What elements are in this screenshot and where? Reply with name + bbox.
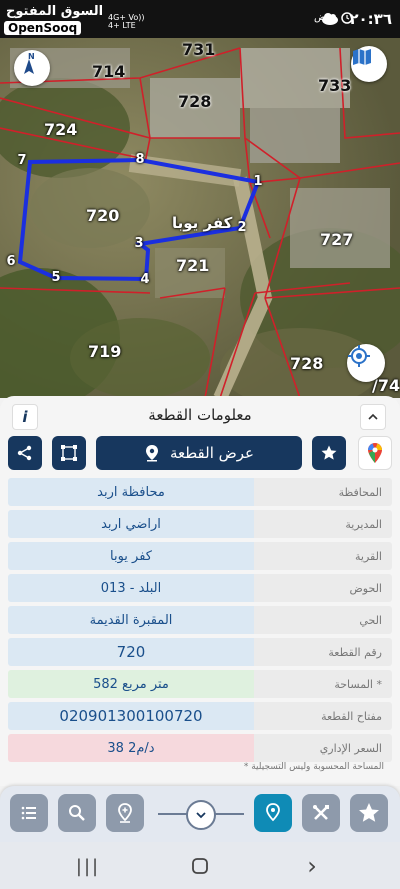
panel-header: i معلومات القطعة (0, 396, 400, 432)
vertex-label: 5 (51, 270, 61, 285)
status-bar: السوق المفتوح OpenSooq 4G+ Vo)) 4+ LTE ن… (0, 0, 400, 38)
plot-details: محافظة اربد المحافظة اراضي اربد المديرية… (8, 478, 392, 766)
basin-value: البلد - 013 (8, 574, 254, 602)
basin-label: الحوض (254, 574, 392, 602)
home-button[interactable] (188, 854, 212, 878)
admin-price-value: 38 د/م2 (8, 734, 254, 762)
collapse-button[interactable] (360, 404, 386, 430)
admin-price-label: السعر الإداري (254, 734, 392, 762)
tools-button[interactable] (302, 794, 340, 832)
plot-key-label: مفتاح القطعة (254, 702, 392, 730)
recents-button[interactable]: ||| (76, 854, 100, 878)
system-nav-bar: ||| › (0, 842, 400, 889)
list-icon (21, 806, 36, 820)
compass-button[interactable]: N (14, 50, 50, 86)
detail-row-area: 582 متر مربع المساحة * (8, 670, 392, 698)
detail-row-directorate: اراضي اربد المديرية (8, 510, 392, 538)
panel-actions: عرض القطعة (0, 436, 400, 472)
vertex-label: 2 (237, 220, 247, 235)
brand-arabic: السوق المفتوح (6, 4, 104, 19)
google-maps-button[interactable] (358, 436, 392, 470)
add-pin-button[interactable] (106, 794, 144, 832)
area-label: المساحة * (254, 670, 392, 698)
favorite-button[interactable] (312, 436, 346, 470)
plot-number-value: 720 (8, 638, 254, 666)
plot-label: 733 (318, 76, 352, 95)
clock-time: ٢٠:٣٦ (349, 10, 392, 28)
village-row-label: القرية (254, 542, 392, 570)
area-footnote: * المساحة المحسوبة وليس التسجيلية (243, 762, 384, 772)
detail-row-plot-key: 020901300100720 مفتاح القطعة (8, 702, 392, 730)
crosshair-icon (348, 345, 370, 367)
plot-label: 728 (178, 92, 212, 111)
brand-logo: OpenSooq (4, 21, 82, 35)
google-maps-icon (368, 443, 382, 463)
location-pin-icon (266, 803, 280, 822)
favorites-button[interactable] (350, 794, 388, 832)
polygon-icon (61, 445, 77, 461)
plot-number-label: رقم القطعة (254, 638, 392, 666)
bottom-toolbar (0, 786, 400, 842)
village-label: كفر يوبا (172, 214, 233, 232)
vertex-label: 1 (253, 174, 263, 189)
map-layers-button[interactable] (351, 46, 387, 82)
app-screen: السوق المفتوح OpenSooq 4G+ Vo)) 4+ LTE ن… (0, 0, 400, 889)
plot-label: 721 (176, 256, 210, 275)
cloud-icon (322, 13, 338, 25)
location-pin-icon (145, 445, 158, 462)
location-button[interactable] (254, 794, 292, 832)
chevron-down-icon (196, 812, 206, 819)
plot-label: 731 (182, 40, 216, 59)
share-button[interactable] (8, 436, 42, 470)
panel-title: معلومات القطعة (148, 406, 252, 424)
area-value: 582 متر مربع (8, 670, 254, 698)
vertex-label: 4 (140, 272, 150, 287)
plot-label: 728 (290, 354, 324, 373)
show-plot-button[interactable]: عرض القطعة (96, 436, 302, 470)
vertex-label: 7 (17, 153, 27, 168)
list-button[interactable] (10, 794, 48, 832)
map-icon (353, 49, 371, 65)
village-value: كفر يوبا (8, 542, 254, 570)
plot-label: 727 (320, 230, 354, 249)
plot-key-value: 020901300100720 (8, 702, 254, 730)
detail-row-basin: البلد - 013 الحوض (8, 574, 392, 602)
search-button[interactable] (58, 794, 96, 832)
home-icon (192, 858, 208, 874)
carrier-info: 4G+ Vo)) 4+ LTE (108, 13, 145, 30)
district-value: المقبرة القديمة (8, 606, 254, 634)
plot-label: 724 (44, 120, 78, 139)
polygon-button[interactable] (52, 436, 86, 470)
pin-plus-icon (118, 803, 132, 823)
detail-row-district: المقبرة القديمة الحي (8, 606, 392, 634)
plot-label: 719 (88, 342, 122, 361)
plot-info-panel: i معلومات القطعة عرض القطعة محافظة اربد … (0, 396, 400, 786)
district-label: الحي (254, 606, 392, 634)
vertex-label: 3 (134, 236, 144, 251)
share-icon (17, 445, 32, 461)
star-icon (321, 445, 337, 460)
detail-row-admin-price: 38 د/م2 السعر الإداري (8, 734, 392, 762)
detail-row-governorate: محافظة اربد المحافظة (8, 478, 392, 506)
search-icon (69, 805, 85, 821)
tools-icon (313, 805, 329, 820)
show-plot-label: عرض القطعة (169, 444, 255, 462)
directorate-value: اراضي اربد (8, 510, 254, 538)
my-location-button[interactable] (347, 344, 385, 382)
satellite-map[interactable]: 731 714 728 733 724 720 721 727 719 728 … (0, 38, 400, 398)
detail-row-plot-number: 720 رقم القطعة (8, 638, 392, 666)
plot-label: 720 (86, 206, 120, 225)
zoom-slider-knob[interactable] (186, 800, 216, 830)
governorate-label: المحافظة (254, 478, 392, 506)
directorate-label: المديرية (254, 510, 392, 538)
governorate-value: محافظة اربد (8, 478, 254, 506)
detail-row-village: كفر يوبا القرية (8, 542, 392, 570)
chevron-up-icon (368, 413, 378, 420)
plot-label: 714 (92, 62, 126, 81)
star-icon (359, 803, 379, 822)
back-button[interactable]: › (300, 852, 324, 880)
vertex-label: 8 (135, 152, 145, 167)
vertex-label: 6 (6, 254, 16, 269)
